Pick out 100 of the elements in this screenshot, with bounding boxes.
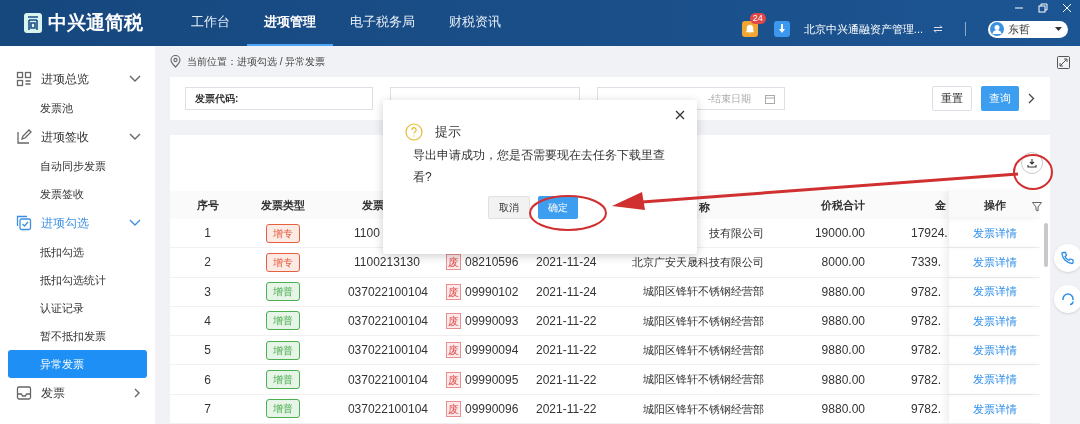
nav-tab[interactable]: 电子税务局 bbox=[333, 0, 432, 46]
phone-button[interactable] bbox=[1054, 244, 1080, 272]
fullscreen-icon[interactable] bbox=[1057, 56, 1070, 69]
chevron-down-icon bbox=[129, 133, 141, 141]
table-cell-text: 城阳区锋轩不锈钢经营部 bbox=[643, 313, 764, 329]
annotation-circle bbox=[1013, 153, 1053, 191]
void-stamp: 废 bbox=[446, 342, 461, 359]
table-cell-text: 1100213130 bbox=[354, 254, 421, 272]
user-menu[interactable]: 东哲 bbox=[988, 20, 1068, 38]
table-cell-text: 城阳区锋轩不锈钢经营部 bbox=[643, 284, 764, 300]
table-cell-text: 037022100104 bbox=[347, 400, 428, 418]
cancel-button[interactable]: 取消 bbox=[488, 195, 530, 219]
table-cell-text: 7339. bbox=[910, 254, 943, 272]
phone-icon bbox=[1061, 251, 1075, 265]
table-cell-text: 9782. bbox=[910, 283, 943, 301]
sidebar-item[interactable]: 自动同步发票 bbox=[8, 152, 147, 180]
table-cell: 2021-11-22 bbox=[536, 313, 597, 328]
chevron-right-icon bbox=[134, 388, 141, 398]
sidebar-item[interactable]: 抵扣勾选 bbox=[8, 238, 147, 266]
invoice-detail-link[interactable]: 发票详情 bbox=[972, 254, 1017, 271]
table-cell-text: 09990095 bbox=[465, 371, 519, 389]
bell-button[interactable] bbox=[741, 21, 758, 37]
table-cell-text: 9880.00 bbox=[820, 342, 866, 360]
column-header: 称 bbox=[699, 200, 710, 213]
invoice-detail-link[interactable]: 发票详情 bbox=[972, 342, 1017, 359]
column-header: 价税合计 bbox=[820, 197, 866, 213]
void-stamp: 废 bbox=[446, 312, 461, 329]
caret-icon bbox=[1055, 27, 1062, 31]
sidebar-item[interactable]: 发票签收 bbox=[8, 180, 147, 208]
swap-icon[interactable] bbox=[933, 25, 943, 33]
table-cell-text: 5 bbox=[203, 342, 212, 360]
sidebar-group[interactable]: 进项总览 bbox=[0, 64, 155, 94]
download-icon bbox=[1027, 157, 1037, 168]
table-cell-text: 9880.00 bbox=[820, 312, 866, 330]
sidebar-group[interactable]: 进项勾选 bbox=[0, 208, 155, 238]
headset-icon bbox=[1061, 292, 1075, 306]
type-tag: 增普 bbox=[265, 370, 300, 390]
invoice-code-field[interactable]: 发票代码: bbox=[185, 87, 373, 110]
location-icon bbox=[170, 55, 181, 69]
chevron-down-icon bbox=[129, 219, 141, 227]
breadcrumb: 当前位置：进项勾选 / 异常发票 bbox=[187, 55, 326, 70]
column-header: 发票类型 bbox=[259, 197, 306, 213]
table-cell-text: 08210596 bbox=[465, 254, 519, 272]
table-cell: 2021-11-22 bbox=[536, 372, 597, 387]
restore-icon[interactable] bbox=[1038, 3, 1048, 13]
close-icon[interactable] bbox=[675, 110, 685, 120]
table-cell-text: 9782. bbox=[910, 400, 943, 418]
sidebar-item[interactable]: 抵扣勾选统计 bbox=[8, 266, 147, 294]
table-cell-text: 9782. bbox=[910, 371, 943, 389]
table-cell-text: 09990096 bbox=[465, 400, 519, 418]
headset-button[interactable] bbox=[1054, 285, 1080, 313]
chevron-down-icon bbox=[129, 75, 141, 83]
table-cell-text: 7 bbox=[203, 400, 212, 418]
sidebar-group[interactable]: 进项签收 bbox=[0, 122, 155, 152]
table-cell: 2021-11-24 bbox=[536, 255, 597, 270]
table-cell-text: 1 bbox=[203, 225, 212, 243]
sidebar-group[interactable]: 发票 bbox=[0, 378, 155, 408]
avatar-icon bbox=[990, 22, 1004, 36]
column-header: 发票 bbox=[362, 198, 384, 211]
nav-tab[interactable]: 财税资讯 bbox=[432, 0, 518, 46]
nav-tab[interactable]: 进项管理 bbox=[247, 0, 333, 46]
table-cell-text: 4 bbox=[203, 312, 212, 330]
void-stamp: 废 bbox=[446, 283, 461, 300]
type-tag: 增普 bbox=[265, 282, 300, 302]
invoice-detail-link[interactable]: 发票详情 bbox=[972, 312, 1017, 330]
scrollbar[interactable] bbox=[1044, 222, 1048, 267]
column-header: 操作 bbox=[983, 197, 1006, 213]
void-stamp: 废 bbox=[446, 371, 461, 388]
company-name[interactable]: 北京中兴通融资产管理... bbox=[803, 20, 923, 38]
filter-icon[interactable] bbox=[1032, 201, 1042, 212]
checkbox-icon bbox=[16, 215, 32, 231]
invoice-detail-link[interactable]: 发票详情 bbox=[972, 283, 1017, 300]
bell-icon bbox=[744, 24, 755, 34]
download-button[interactable] bbox=[773, 21, 790, 37]
void-stamp: 废 bbox=[446, 400, 461, 417]
table-cell-text: 19000.00 bbox=[813, 225, 866, 243]
chevron-right-icon[interactable] bbox=[1028, 93, 1035, 104]
table-cell-text: 9782. bbox=[910, 312, 943, 330]
table-cell: 2021-11-22 bbox=[536, 401, 597, 416]
table-cell-text: 037022100104 bbox=[347, 342, 428, 360]
table-cell: 2021-11-24 bbox=[536, 284, 597, 299]
sidebar-item[interactable]: 认证记录 bbox=[8, 294, 147, 322]
nav-tab[interactable]: 工作台 bbox=[174, 0, 247, 46]
type-tag: 增普 bbox=[265, 311, 300, 331]
invoice-detail-link[interactable]: 发票详情 bbox=[972, 371, 1017, 388]
invoice-detail-link[interactable]: 发票详情 bbox=[972, 224, 1017, 242]
sidebar-item[interactable]: 暂不抵扣发票 bbox=[8, 322, 147, 350]
dialog-message: 导出申请成功，您是否需要现在去任务下载里查看? bbox=[412, 146, 666, 186]
table-cell-text: 8000.00 bbox=[820, 254, 866, 272]
table-cell-text: 9880.00 bbox=[820, 283, 866, 301]
table-cell-text: 北京广安天晟科技有限公司 bbox=[632, 255, 764, 271]
reset-button[interactable]: 重置 bbox=[932, 86, 972, 111]
table-cell-text: 9880.00 bbox=[820, 400, 866, 418]
sidebar-item[interactable]: 发票池 bbox=[8, 94, 147, 122]
column-header: 金 bbox=[934, 197, 947, 213]
table-cell-text: 技有限公司 bbox=[708, 225, 764, 241]
type-tag: 增专 bbox=[265, 223, 300, 243]
table-cell-text: 1100 bbox=[354, 225, 381, 243]
table-cell-text: 2 bbox=[203, 254, 212, 272]
invoice-detail-link[interactable]: 发票详情 bbox=[972, 400, 1017, 418]
